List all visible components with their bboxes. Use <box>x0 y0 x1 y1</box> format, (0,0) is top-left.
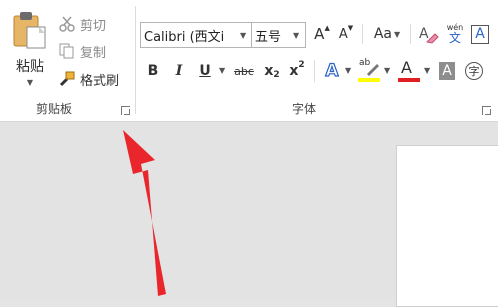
copy-label: 复制 <box>80 45 107 61</box>
phonetic-guide-bottom: 文 <box>448 31 461 45</box>
bold-icon: B <box>147 63 159 79</box>
text-effects-button[interactable]: A <box>321 59 343 83</box>
font-name-combo[interactable]: Calibri (西文i ▼ <box>140 22 252 48</box>
shrink-font-button[interactable]: A ▼ <box>336 22 356 46</box>
font-size-dropdown-icon[interactable]: ▼ <box>293 31 299 40</box>
scissors-icon <box>59 16 75 32</box>
font-size-value: 五号 <box>255 29 282 45</box>
ribbon: 粘贴 ▼ 剪切 复制 格式刷 剪贴板 Calibri (西文i ▼ 五号 ▼ A… <box>0 0 498 122</box>
font-name-dropdown-icon[interactable]: ▼ <box>240 31 246 40</box>
underline-dropdown-icon[interactable]: ▼ <box>219 66 225 75</box>
text-effects-icon: A <box>325 60 339 81</box>
paste-button[interactable]: 粘贴 ▼ <box>6 10 54 90</box>
document-page[interactable] <box>396 145 498 307</box>
clear-formatting-button[interactable]: A <box>416 22 440 46</box>
shrink-font-icon: A <box>338 26 348 42</box>
subscript-main: x <box>264 63 274 79</box>
highlight-button[interactable]: ab <box>357 58 381 84</box>
enclose-characters-icon: 字 <box>465 62 483 80</box>
svg-text:A: A <box>419 26 429 42</box>
clear-formatting-icon: A <box>419 26 439 44</box>
font-dialog-launcher-icon[interactable] <box>482 106 491 115</box>
strikethrough-icon: abc <box>234 64 254 78</box>
change-case-label: Aa <box>373 26 392 42</box>
superscript-main: x <box>289 63 299 79</box>
font-name-value: Calibri (西文i <box>144 29 225 45</box>
underline-button[interactable]: U <box>194 60 216 82</box>
font-color-dropdown-icon[interactable]: ▼ <box>424 66 430 75</box>
character-shading-icon: A <box>439 62 455 80</box>
change-case-button[interactable]: Aa ▼ <box>369 22 405 46</box>
separator <box>314 60 315 82</box>
clipboard-group-label: 剪贴板 <box>36 102 73 116</box>
cut-button[interactable]: 剪切 <box>58 14 106 34</box>
font-size-combo[interactable]: 五号 ▼ <box>251 22 306 48</box>
highlight-dropdown-icon[interactable]: ▼ <box>384 66 390 75</box>
bold-button[interactable]: B <box>143 60 163 82</box>
copy-button[interactable]: 复制 <box>58 41 106 61</box>
separator <box>362 24 363 44</box>
highlighter-pen-icon <box>367 64 379 76</box>
character-border-icon: A <box>471 24 489 44</box>
superscript-button[interactable]: x2 <box>286 60 308 82</box>
paste-icon <box>13 12 46 49</box>
format-painter-button[interactable]: 格式刷 <box>58 69 119 89</box>
strikethrough-button[interactable]: abc <box>230 60 258 82</box>
text-effects-dropdown-icon[interactable]: ▼ <box>345 66 351 75</box>
subscript-sub: 2 <box>273 70 280 80</box>
grow-font-button[interactable]: A ▲ <box>312 22 332 46</box>
highlight-color-bar <box>358 78 380 82</box>
copy-icon <box>59 43 74 59</box>
separator <box>410 24 411 44</box>
font-color-icon: A <box>401 58 412 77</box>
subscript-button[interactable]: x2 <box>261 60 283 82</box>
paste-label: 粘贴 <box>16 59 44 75</box>
format-painter-label: 格式刷 <box>80 73 120 89</box>
italic-icon: I <box>175 63 183 79</box>
superscript-sup: 2 <box>298 60 305 70</box>
group-separator <box>135 6 136 114</box>
paste-dropdown-icon[interactable]: ▼ <box>27 78 33 87</box>
format-painter-icon <box>59 71 75 87</box>
change-case-dropdown-icon[interactable]: ▼ <box>394 30 400 39</box>
font-group-label: 字体 <box>292 102 317 116</box>
italic-button[interactable]: I <box>169 60 189 82</box>
enclose-characters-button[interactable]: 字 <box>463 60 485 82</box>
font-color-bar <box>398 78 420 82</box>
clipboard-dialog-launcher-icon[interactable] <box>121 106 130 115</box>
cut-label: 剪切 <box>80 18 107 34</box>
underline-icon: U <box>199 63 211 79</box>
phonetic-guide-button[interactable]: wén 文 <box>443 20 467 48</box>
character-shading-button[interactable]: A <box>436 60 458 82</box>
grow-font-icon: A <box>314 25 325 43</box>
font-color-button[interactable]: A <box>397 58 421 84</box>
character-border-button[interactable]: A <box>469 22 491 46</box>
